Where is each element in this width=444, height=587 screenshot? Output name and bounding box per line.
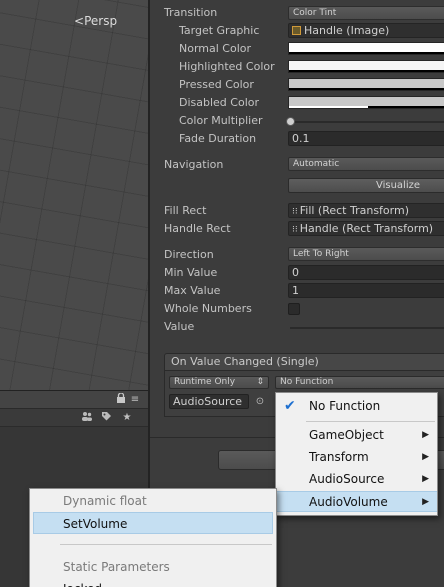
- color-multiplier-label: Color Multiplier: [179, 114, 263, 127]
- normal-color-swatch[interactable]: [288, 42, 444, 55]
- menu-item-label: AudioSource: [309, 472, 385, 486]
- handle-rect-field[interactable]: ⁝⁝ Handle (Rect Transform): [288, 221, 444, 236]
- target-graphic-value: Handle (Image): [304, 24, 390, 37]
- fill-rect-field[interactable]: ⁝⁝ Fill (Rect Transform): [288, 203, 444, 218]
- direction-label: Direction: [164, 248, 214, 261]
- menu-item-label: GameObject: [309, 428, 384, 442]
- menu-icon[interactable]: ≡: [128, 393, 142, 407]
- target-graphic-label: Target Graphic: [179, 24, 260, 37]
- submenu-arrow-icon: ▶: [422, 452, 429, 462]
- highlighted-color-label: Highlighted Color: [179, 60, 275, 73]
- star-icon[interactable]: ★: [120, 411, 134, 425]
- updown-arrows-icon: ⇕: [256, 377, 264, 387]
- pressed-color-label: Pressed Color: [179, 78, 254, 91]
- normal-color-label: Normal Color: [179, 42, 252, 55]
- fill-rect-value: Fill (Rect Transform): [299, 204, 409, 217]
- disabled-color-swatch[interactable]: [288, 96, 444, 109]
- menu-item-no-function[interactable]: ✔ No Function: [276, 396, 437, 417]
- rect-transform-icon: ⁝⁝: [292, 207, 298, 217]
- function-menu: ✔ No Function GameObject ▶ Transform ▶ A…: [275, 392, 438, 516]
- fill-rect-label: Fill Rect: [164, 204, 207, 217]
- menu-item-gameobject[interactable]: GameObject ▶: [276, 425, 437, 446]
- menu-item-transform[interactable]: Transform ▶: [276, 447, 437, 468]
- value-slider-track[interactable]: [290, 327, 444, 329]
- people-icon[interactable]: [80, 411, 94, 425]
- disabled-color-label: Disabled Color: [179, 96, 260, 109]
- runtime-mode-value: Runtime Only: [174, 377, 236, 387]
- fade-duration-label: Fade Duration: [179, 132, 257, 145]
- tag-icon[interactable]: [99, 411, 113, 425]
- target-graphic-field[interactable]: Handle (Image): [288, 23, 444, 38]
- lock-icon[interactable]: [114, 392, 128, 407]
- menu-item-static-partial[interactable]: Iocked...: [30, 578, 276, 587]
- navigation-dropdown[interactable]: Automatic: [288, 157, 444, 171]
- persp-label: Persp: [84, 14, 118, 28]
- event-target-field[interactable]: AudioSource: [169, 394, 249, 409]
- menu-item-label: Transform: [309, 450, 369, 464]
- panel-toolbar: ≡: [0, 391, 148, 409]
- color-multiplier-knob[interactable]: [286, 117, 295, 126]
- max-value-field[interactable]: 1: [288, 283, 444, 298]
- gizmo-icon: <: [74, 14, 85, 28]
- highlighted-color-swatch[interactable]: [288, 60, 444, 73]
- max-value-label: Max Value: [164, 284, 221, 297]
- scene-camera-label[interactable]: <Persp: [74, 14, 117, 28]
- menu-item-setvolume[interactable]: SetVolume: [33, 512, 273, 534]
- rect-transform-icon: ⁝⁝: [292, 225, 298, 235]
- scene-view[interactable]: <Persp: [0, 0, 150, 390]
- handle-rect-value: Handle (Rect Transform): [299, 222, 434, 235]
- menu-item-audiosource[interactable]: AudioSource ▶: [276, 469, 437, 490]
- audiovolume-submenu: Dynamic float SetVolume Static Parameter…: [29, 488, 277, 587]
- transition-label: Transition: [164, 6, 218, 19]
- handle-rect-label: Handle Rect: [164, 222, 231, 235]
- pressed-color-swatch[interactable]: [288, 78, 444, 91]
- menu-separator: [306, 421, 435, 422]
- submenu-arrow-icon: ▶: [422, 474, 429, 484]
- submenu-arrow-icon: ▶: [422, 497, 429, 507]
- visualize-button[interactable]: Visualize: [288, 178, 444, 193]
- menu-separator: [60, 544, 272, 545]
- color-multiplier-track[interactable]: [290, 121, 444, 123]
- static-parameters-header: Static Parameters: [63, 560, 170, 574]
- alpha-fill: [289, 106, 368, 108]
- runtime-mode-dropdown[interactable]: Runtime Only ⇕: [169, 376, 269, 389]
- image-component-icon: [292, 26, 301, 35]
- fade-duration-field[interactable]: 0.1: [288, 131, 444, 146]
- navigation-label: Navigation: [164, 158, 224, 171]
- object-picker-icon[interactable]: ⊙: [253, 394, 267, 409]
- on-value-changed-header: On Value Changed (Single): [164, 353, 444, 371]
- direction-dropdown[interactable]: Left To Right: [288, 247, 444, 261]
- transition-dropdown[interactable]: Color Tint: [288, 6, 444, 20]
- dynamic-float-header: Dynamic float: [63, 494, 147, 508]
- menu-item-label: AudioVolume: [309, 495, 388, 509]
- checkmark-icon: ✔: [284, 398, 296, 414]
- value-label: Value: [164, 320, 195, 333]
- whole-numbers-checkbox[interactable]: [288, 303, 300, 315]
- min-value-field[interactable]: 0: [288, 265, 444, 280]
- whole-numbers-label: Whole Numbers: [164, 302, 252, 315]
- function-dropdown[interactable]: No Function: [275, 376, 444, 389]
- menu-item-audiovolume[interactable]: AudioVolume ▶: [276, 491, 437, 512]
- panel-search-bar[interactable]: ★: [0, 409, 148, 427]
- menu-item-label: No Function: [309, 399, 381, 413]
- min-value-label: Min Value: [164, 266, 218, 279]
- submenu-arrow-icon: ▶: [422, 430, 429, 440]
